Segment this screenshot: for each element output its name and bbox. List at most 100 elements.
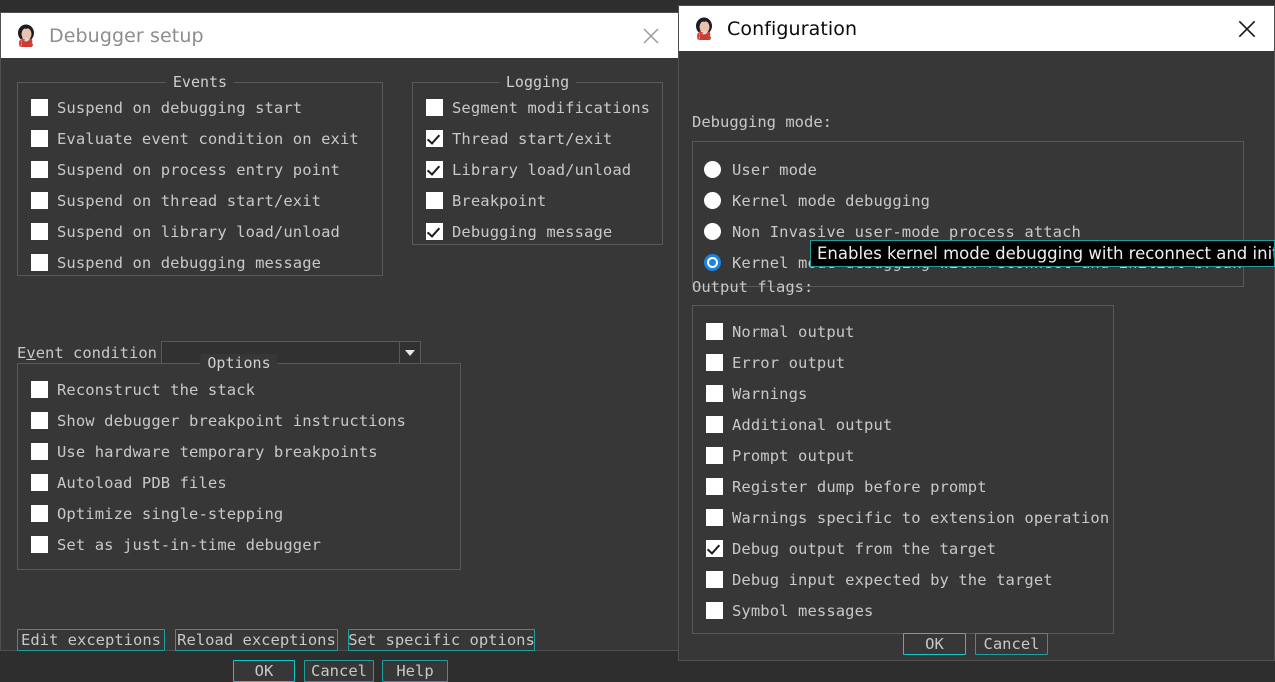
checkbox-row[interactable]: Optimize single-stepping (31, 498, 406, 529)
checkbox-row[interactable]: Normal output (706, 316, 1109, 347)
checkbox-row[interactable]: Evaluate event condition on exit (31, 123, 359, 154)
checkbox-row[interactable]: Debug input expected by the target (706, 564, 1109, 595)
checkbox-box[interactable] (706, 323, 723, 340)
checkbox-row[interactable]: Thread start/exit (426, 123, 650, 154)
checkbox-box[interactable] (31, 381, 48, 398)
checkbox-label: Warnings (732, 384, 808, 403)
debugger-setup-window[interactable]: 64 Debugger setup Events Suspend on debu… (0, 12, 679, 682)
checkbox-label: Suspend on process entry point (57, 160, 340, 179)
event-condition-label-accel: v (26, 344, 36, 362)
checkbox-label: Normal output (732, 322, 855, 341)
checkbox-box[interactable] (31, 412, 48, 429)
checkbox-row[interactable]: Reconstruct the stack (31, 374, 406, 405)
svg-text:64: 64 (696, 30, 712, 42)
checkbox-row[interactable]: Additional output (706, 409, 1109, 440)
close-icon[interactable] (1230, 12, 1264, 46)
checkbox-box[interactable] (31, 474, 48, 491)
checkbox-row[interactable]: Debugging message (426, 216, 650, 247)
checkbox-label: Symbol messages (732, 601, 874, 620)
events-group: Events Suspend on debugging start Evalua… (17, 73, 383, 278)
checkbox-box[interactable] (706, 447, 723, 464)
checkbox-row[interactable]: Warnings specific to extension operation (706, 502, 1109, 533)
checkbox-box[interactable] (706, 540, 723, 557)
checkbox-box[interactable] (31, 536, 48, 553)
radio-label: Kernel mode debugging (732, 191, 931, 210)
checkbox-row[interactable]: Suspend on debugging message (31, 247, 359, 278)
checkbox-row[interactable]: Show debugger breakpoint instructions (31, 405, 406, 436)
radio-button[interactable] (704, 161, 721, 178)
checkbox-row[interactable]: Set as just-in-time debugger (31, 529, 406, 560)
checkbox-row[interactable]: Suspend on debugging start (31, 92, 359, 123)
checkbox-box[interactable] (31, 99, 48, 116)
checkbox-box[interactable] (706, 509, 723, 526)
checkbox-box[interactable] (706, 385, 723, 402)
checkbox-row[interactable]: Error output (706, 347, 1109, 378)
checkbox-label: Library load/unload (452, 160, 632, 179)
checkbox-label: Suspend on thread start/exit (57, 191, 322, 210)
checkbox-row[interactable]: Use hardware temporary breakpoints (31, 436, 406, 467)
checkbox-label: Suspend on library load/unload (57, 222, 340, 241)
chevron-down-icon[interactable] (399, 342, 420, 363)
ok-button[interactable]: OK (903, 633, 966, 655)
checkbox-row[interactable]: Debug output from the target (706, 533, 1109, 564)
checkbox-label: Debugging message (452, 222, 613, 241)
checkbox-box[interactable] (706, 354, 723, 371)
event-condition-input[interactable] (162, 342, 399, 363)
tooltip: Enables kernel mode debugging with recon… (810, 240, 1275, 267)
configuration-titlebar[interactable]: 64 Configuration (679, 6, 1274, 51)
checkbox-label: Evaluate event condition on exit (57, 129, 359, 148)
output-flags-group: Normal output Error output Warnings Addi… (692, 305, 1114, 634)
radio-button[interactable] (704, 192, 721, 209)
help-button[interactable]: Help (382, 660, 448, 682)
checkbox-row[interactable]: Symbol messages (706, 595, 1109, 626)
ok-button[interactable]: OK (233, 660, 295, 682)
debugger-setup-title: Debugger setup (49, 24, 204, 47)
checkbox-row[interactable]: Prompt output (706, 440, 1109, 471)
checkbox-row[interactable]: Warnings (706, 378, 1109, 409)
event-condition-label: Event condition (17, 344, 157, 362)
configuration-window[interactable]: 64 Configuration Debugging mode: User mo… (678, 5, 1275, 661)
event-condition-label-after: ent condition (35, 344, 158, 362)
cancel-button[interactable]: Cancel (304, 660, 374, 682)
checkbox-box[interactable] (31, 254, 48, 271)
reload-exceptions-button[interactable]: Reload exceptions (175, 629, 338, 651)
checkbox-box[interactable] (706, 571, 723, 588)
checkbox-box[interactable] (31, 161, 48, 178)
checkbox-box[interactable] (706, 602, 723, 619)
checkbox-box[interactable] (426, 99, 443, 116)
checkbox-row[interactable]: Register dump before prompt (706, 471, 1109, 502)
set-specific-options-button[interactable]: Set specific options (348, 629, 535, 651)
checkbox-box[interactable] (31, 443, 48, 460)
cancel-button[interactable]: Cancel (975, 633, 1048, 655)
checkbox-box[interactable] (426, 223, 443, 240)
checkbox-label: Thread start/exit (452, 129, 613, 148)
checkbox-box[interactable] (706, 416, 723, 433)
debugger-setup-titlebar[interactable]: 64 Debugger setup (1, 13, 678, 58)
radio-button[interactable] (704, 223, 721, 240)
checkbox-box[interactable] (31, 223, 48, 240)
checkbox-label: Set as just-in-time debugger (57, 535, 322, 554)
radio-button[interactable] (704, 254, 721, 271)
edit-exceptions-button[interactable]: Edit exceptions (17, 629, 165, 651)
checkbox-row[interactable]: Suspend on thread start/exit (31, 185, 359, 216)
close-icon[interactable] (634, 19, 668, 53)
checkbox-row[interactable]: Suspend on process entry point (31, 154, 359, 185)
output-flags-label: Output flags: (692, 278, 814, 296)
checkbox-row[interactable]: Suspend on library load/unload (31, 216, 359, 247)
checkbox-label: Prompt output (732, 446, 855, 465)
checkbox-box[interactable] (31, 130, 48, 147)
checkbox-box[interactable] (426, 130, 443, 147)
checkbox-row[interactable]: Autoload PDB files (31, 467, 406, 498)
checkbox-box[interactable] (426, 192, 443, 209)
checkbox-box[interactable] (31, 192, 48, 209)
checkbox-label: Suspend on debugging start (57, 98, 303, 117)
checkbox-row[interactable]: Breakpoint (426, 185, 650, 216)
checkbox-box[interactable] (31, 505, 48, 522)
radio-row-kernel-mode[interactable]: Kernel mode debugging (704, 185, 1241, 216)
checkbox-box[interactable] (426, 161, 443, 178)
checkbox-row[interactable]: Segment modifications (426, 92, 650, 123)
checkbox-box[interactable] (706, 478, 723, 495)
checkbox-row[interactable]: Library load/unload (426, 154, 650, 185)
configuration-body: Debugging mode: User mode Kernel mode de… (679, 51, 1274, 660)
radio-row-user-mode[interactable]: User mode (704, 154, 1241, 185)
